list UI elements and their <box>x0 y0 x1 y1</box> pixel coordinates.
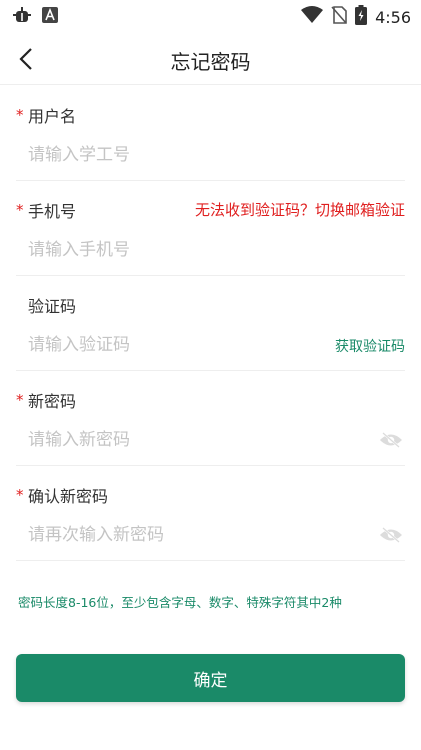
get-code-button[interactable]: 获取验证码 <box>335 336 405 356</box>
username-input[interactable] <box>28 142 328 168</box>
phone-input[interactable] <box>28 237 328 263</box>
switch-email-link[interactable]: 无法收到验证码？切换邮箱验证 <box>195 199 405 220</box>
code-field: 验证码 获取验证码 <box>16 276 405 371</box>
no-sim-icon <box>331 6 347 28</box>
phone-label: 手机号 <box>28 202 77 221</box>
new-password-label: 新密码 <box>28 392 77 411</box>
reset-password-form: * 用户名 * 手机号 无法收到验证码？切换邮箱验证 验证码 获取验证码 * 新… <box>0 86 421 561</box>
required-mark: * <box>16 106 24 124</box>
status-time: 4:56 <box>375 7 411 27</box>
required-mark: * <box>16 391 24 409</box>
username-field: * 用户名 <box>16 86 405 181</box>
eye-off-icon[interactable] <box>379 431 403 449</box>
a-box-icon <box>42 7 58 27</box>
confirm-password-label: 确认新密码 <box>28 487 109 506</box>
required-mark: * <box>16 486 24 504</box>
confirm-button[interactable]: 确定 <box>16 654 405 702</box>
confirm-password-field: * 确认新密码 <box>16 466 405 561</box>
phone-field: * 手机号 无法收到验证码？切换邮箱验证 <box>16 181 405 276</box>
bug-icon <box>12 5 32 29</box>
status-bar: 4:56 <box>0 0 421 32</box>
username-label: 用户名 <box>28 107 77 126</box>
code-input[interactable] <box>28 332 328 358</box>
battery-icon <box>355 5 368 29</box>
confirm-password-input[interactable] <box>28 522 328 548</box>
required-mark: * <box>16 201 24 219</box>
new-password-input[interactable] <box>28 427 328 453</box>
code-label: 验证码 <box>28 297 77 316</box>
nav-bar: 忘记密码 <box>0 34 421 85</box>
page-title: 忘记密码 <box>170 50 251 74</box>
password-hint: 密码长度8-16位，至少包含字母、数字、特殊字符其中2种 <box>18 595 342 610</box>
wifi-icon <box>301 6 324 28</box>
new-password-field: * 新密码 <box>16 371 405 466</box>
eye-off-icon[interactable] <box>379 526 403 544</box>
